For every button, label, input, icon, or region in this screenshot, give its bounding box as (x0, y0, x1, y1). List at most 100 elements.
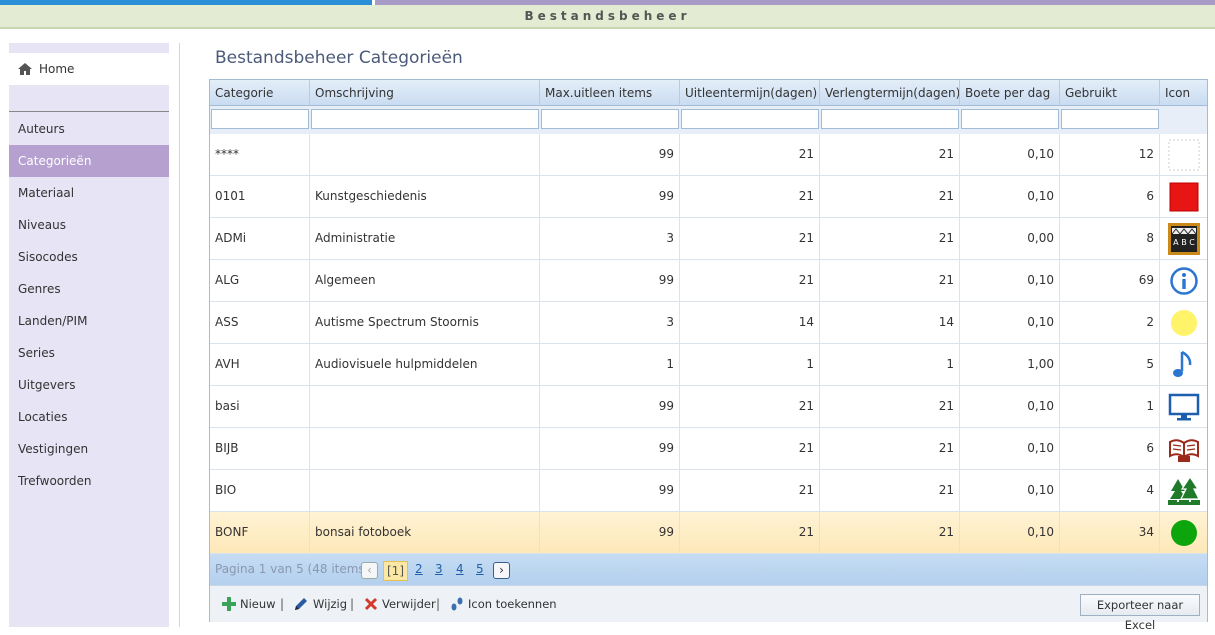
table-cell: 1,00 (960, 344, 1060, 385)
table-row[interactable]: 0101 Kunstgeschiedenis 99 21 21 0,10 6 (210, 176, 1207, 218)
sidebar-item-niveaus[interactable]: Niveaus (9, 209, 169, 241)
column-header[interactable]: Gebruikt (1060, 80, 1160, 105)
table-cell: 1 (680, 344, 820, 385)
toolbar-separator: | (350, 597, 355, 611)
table-cell: 0,10 (960, 176, 1060, 217)
table-row[interactable]: ASS Autisme Spectrum Stoornis 3 14 14 0,10 2 (210, 302, 1207, 344)
table-row[interactable]: AVH Audiovisuele hulpmiddelen 1 1 1 1,00 5 (210, 344, 1207, 386)
table-cell (310, 386, 540, 427)
table-cell: ALG (210, 260, 310, 301)
assign-icon-button[interactable]: Icon toekennen (450, 586, 557, 622)
table-cell: 99 (540, 260, 680, 301)
table-cell: 0,10 (960, 302, 1060, 343)
export-excel-button[interactable]: Exporteer naar Excel (1080, 594, 1200, 632)
table-cell: 21 (680, 176, 820, 217)
yellow-circle-icon (1160, 302, 1207, 343)
home-link[interactable]: Home (9, 53, 169, 85)
sidebar-item-categorie-n[interactable]: Categorieën (9, 145, 169, 177)
home-icon (18, 63, 32, 75)
edit-button[interactable]: Wijzig (293, 586, 347, 622)
sidebar-item-series[interactable]: Series (9, 337, 169, 369)
pager-prev-button[interactable]: ‹ (361, 562, 378, 579)
table-cell: 21 (820, 470, 960, 511)
column-header[interactable]: Categorie (210, 80, 310, 105)
table-cell: 99 (540, 512, 680, 553)
filter-input[interactable] (681, 109, 819, 129)
table-cell: 0,10 (960, 428, 1060, 469)
sidebar-item-auteurs[interactable]: Auteurs (9, 113, 169, 145)
open-book-icon (1160, 428, 1207, 469)
table-row[interactable]: BIO 99 21 21 0,10 4 (210, 470, 1207, 512)
table-cell: 21 (680, 134, 820, 175)
sidebar-item-uitgevers[interactable]: Uitgevers (9, 369, 169, 401)
table-cell: 5 (1060, 344, 1160, 385)
sidebar: Home Auteurs Categorieën Materiaal Niveaus S… (9, 43, 169, 627)
new-label: Nieuw (240, 597, 276, 611)
pager-next-button[interactable]: › (493, 562, 510, 579)
column-header[interactable]: Icon (1160, 80, 1207, 105)
filter-input[interactable] (311, 109, 539, 129)
table-cell: 21 (820, 428, 960, 469)
table-cell: 21 (680, 386, 820, 427)
table-cell: BIJB (210, 428, 310, 469)
table-cell: 0,00 (960, 218, 1060, 259)
table-cell: 0101 (210, 176, 310, 217)
pager-page-link[interactable]: 3 (435, 554, 443, 585)
table-cell: ASS (210, 302, 310, 343)
table-cell: Audiovisuele hulpmiddelen (310, 344, 540, 385)
table-cell: Algemeen (310, 260, 540, 301)
filter-input[interactable] (211, 109, 309, 129)
sidebar-item-trefwoorden[interactable]: Trefwoorden (9, 465, 169, 497)
delete-button[interactable]: Verwijder (364, 586, 436, 622)
sidebar-item-materiaal[interactable]: Materiaal (9, 177, 169, 209)
table-cell: 12 (1060, 134, 1160, 175)
table-cell: 0,10 (960, 512, 1060, 553)
column-header[interactable]: Omschrijving (310, 80, 540, 105)
table-row[interactable]: **** 99 21 21 0,10 12 (210, 134, 1207, 176)
footprints-icon (451, 597, 463, 611)
table-row[interactable]: ADMi Administratie 3 21 21 0,00 8 A B C (210, 218, 1207, 260)
table-row[interactable]: BIJB 99 21 21 0,10 6 (210, 428, 1207, 470)
column-header[interactable]: Boete per dag (960, 80, 1060, 105)
table-cell: 1 (1060, 386, 1160, 427)
filter-input[interactable] (1061, 109, 1159, 129)
table-cell: 0,10 (960, 470, 1060, 511)
table-row[interactable]: ALG Algemeen 99 21 21 0,10 69 (210, 260, 1207, 302)
filter-input[interactable] (961, 109, 1059, 129)
table-cell: basi (210, 386, 310, 427)
pager-page-link[interactable]: 4 (456, 554, 464, 585)
column-header[interactable]: Verlengtermijn(dagen) (820, 80, 960, 105)
delete-label: Verwijder (382, 597, 436, 611)
table-cell: 0,10 (960, 260, 1060, 301)
table-cell: 8 (1060, 218, 1160, 259)
red-square-icon (1160, 176, 1207, 217)
sidebar-divider (9, 111, 169, 112)
table-cell: 4 (1060, 470, 1160, 511)
sidebar-item-locaties[interactable]: Locaties (9, 401, 169, 433)
new-button[interactable]: Nieuw (222, 586, 276, 622)
table-cell (310, 470, 540, 511)
sidebar-item-vestigingen[interactable]: Vestigingen (9, 433, 169, 465)
filter-input[interactable] (541, 109, 679, 129)
table-cell: 3 (540, 302, 680, 343)
monitor-icon (1160, 386, 1207, 427)
sidebar-item-genres[interactable]: Genres (9, 273, 169, 305)
column-header[interactable]: Uitleentermijn(dagen) (680, 80, 820, 105)
table-cell: 21 (820, 512, 960, 553)
pager-page-link[interactable]: 2 (415, 554, 423, 585)
sidebar-item-landen-pim[interactable]: Landen/PIM (9, 305, 169, 337)
table-cell: 0,10 (960, 134, 1060, 175)
pager-page-link[interactable]: 5 (476, 554, 484, 585)
table-cell: 6 (1060, 428, 1160, 469)
table-cell: 99 (540, 428, 680, 469)
column-header[interactable]: Max.uitleen items (540, 80, 680, 105)
table-row[interactable]: basi 99 21 21 0,10 1 (210, 386, 1207, 428)
table-cell: 99 (540, 470, 680, 511)
table-row[interactable]: BONF bonsai fotoboek 99 21 21 0,10 34 (210, 512, 1207, 554)
filter-input[interactable] (821, 109, 959, 129)
sidebar-item-sisocodes[interactable]: Sisocodes (9, 241, 169, 273)
table-cell (310, 134, 540, 175)
table-cell: 21 (680, 428, 820, 469)
vertical-divider (179, 43, 180, 627)
table-cell: ADMi (210, 218, 310, 259)
